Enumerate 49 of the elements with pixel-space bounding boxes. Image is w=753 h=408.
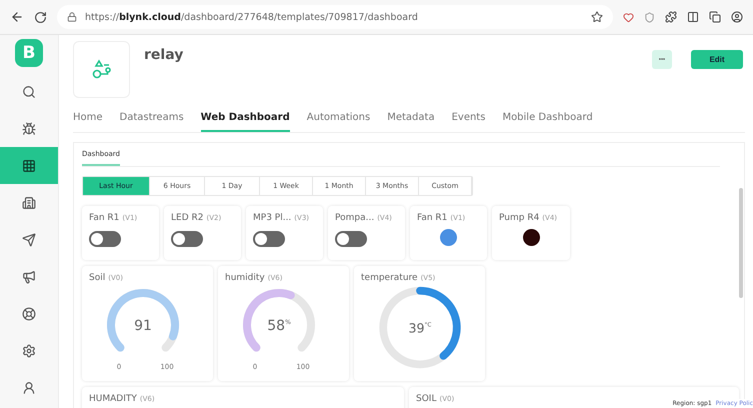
- gauge-value: 39$^{°C}$: [408, 320, 431, 336]
- edit-button[interactable]: Edit: [691, 50, 743, 69]
- back-icon[interactable]: [10, 10, 24, 24]
- lifebuoy-icon: [22, 306, 36, 320]
- bug-icon: [22, 122, 36, 136]
- widget-label: Fan R1: [417, 213, 448, 223]
- tab[interactable]: Automations: [306, 112, 370, 132]
- extensions-icon[interactable]: [665, 11, 677, 23]
- grid-icon: [22, 158, 36, 172]
- lock-icon: [67, 12, 77, 22]
- tab[interactable]: Mobile Dashboard: [502, 112, 593, 132]
- chart-title: HUMADITY: [89, 394, 137, 404]
- megaphone-icon: [22, 270, 36, 284]
- user-icon: [22, 380, 36, 394]
- toggle-switch[interactable]: [89, 231, 121, 247]
- template-title: relay: [144, 47, 184, 63]
- widget-label: Pompa...: [335, 213, 374, 223]
- settings-icon: [22, 344, 36, 358]
- toggle-switch[interactable]: [253, 231, 285, 247]
- tab[interactable]: Web Dashboard: [200, 112, 290, 132]
- widget-label: Soil: [89, 273, 106, 283]
- widget-label: Fan R1: [89, 213, 120, 223]
- refresh-icon[interactable]: [34, 10, 47, 24]
- sidebar-item[interactable]: [0, 147, 58, 184]
- chart-title: SOIL: [416, 394, 436, 404]
- url-text: https://blynk.cloud/dashboard/277648/templates/709817/dashboard: [85, 12, 418, 22]
- shield-icon[interactable]: [644, 12, 655, 22]
- gauge-value: 58$^{%}$: [266, 318, 290, 334]
- building-icon: [22, 196, 36, 210]
- tab[interactable]: Home: [73, 112, 103, 132]
- address-bar[interactable]: https://blynk.cloud/dashboard/277648/templates/709817/dashboard: [57, 5, 613, 29]
- split-view-icon[interactable]: [687, 11, 699, 23]
- tab[interactable]: Events: [452, 112, 486, 132]
- search-icon: [22, 84, 36, 98]
- gauge-value: 91: [134, 318, 152, 334]
- toggle-switch[interactable]: [335, 231, 367, 247]
- widget-label: MP3 Pl...: [253, 213, 292, 223]
- widget-label: humidity: [225, 273, 265, 283]
- star-icon[interactable]: [591, 11, 603, 23]
- widget-label: LED R2: [171, 213, 204, 223]
- send-icon: [22, 232, 36, 246]
- toggle-switch[interactable]: [171, 231, 203, 247]
- widget-label: temperature: [361, 273, 418, 283]
- tab[interactable]: Datastreams: [120, 112, 184, 132]
- tab[interactable]: Metadata: [387, 112, 435, 132]
- scrollbar[interactable]: [739, 188, 743, 298]
- profile-icon[interactable]: [731, 11, 743, 23]
- collections-icon[interactable]: [709, 11, 721, 23]
- widget-label: Pump R4: [499, 213, 540, 223]
